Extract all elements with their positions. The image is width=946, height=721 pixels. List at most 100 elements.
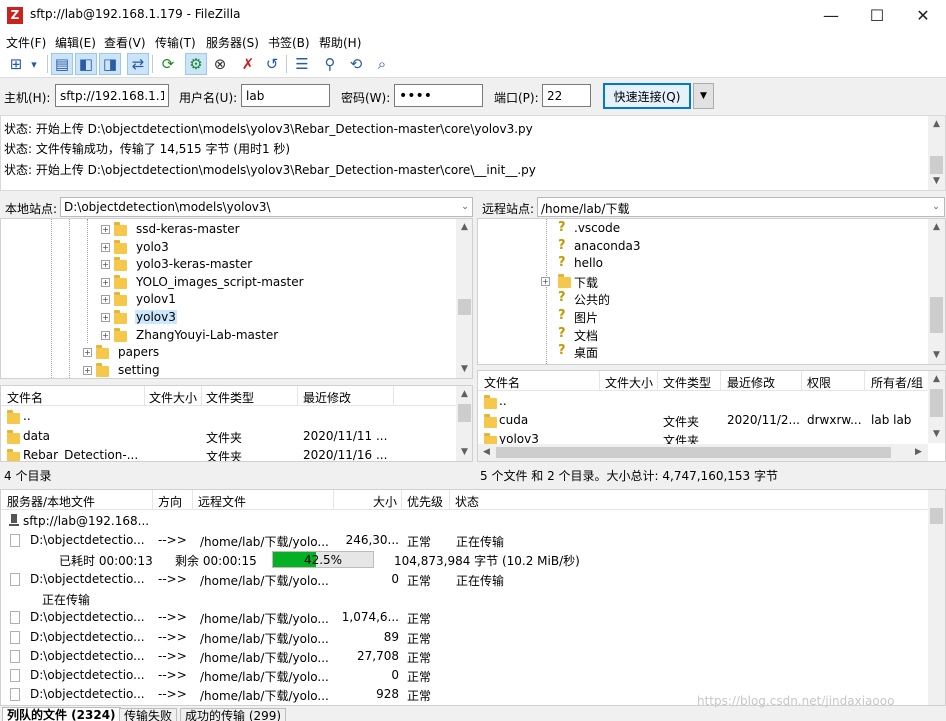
column-filetype[interactable]: 文件类型 bbox=[663, 374, 711, 391]
tree-item[interactable]: + YOLO_images_script-master bbox=[1, 274, 456, 292]
tree-item[interactable]: + yolo3 bbox=[1, 239, 456, 257]
scroll-up-icon[interactable]: ▲ bbox=[456, 219, 472, 236]
log-scrollbar[interactable]: ▲ ▼ bbox=[928, 116, 945, 190]
quickconnect-button[interactable]: 快速连接(Q) bbox=[603, 83, 691, 109]
expand-icon[interactable]: + bbox=[83, 365, 92, 375]
tree-item[interactable]: ? hello bbox=[478, 255, 928, 273]
tab-failed-transfers[interactable]: 传输失败 bbox=[119, 708, 178, 721]
scroll-down-icon[interactable]: ▼ bbox=[928, 426, 945, 443]
tree-item[interactable]: + ZhangYouyi-Lab-master bbox=[1, 327, 456, 345]
close-button[interactable]: ✕ bbox=[900, 0, 946, 31]
tree-item[interactable]: ? 文档 bbox=[478, 326, 928, 344]
scroll-thumb[interactable] bbox=[930, 156, 943, 174]
sync-browse-icon[interactable]: ⟲ bbox=[345, 53, 367, 75]
scroll-left-icon[interactable]: ◀ bbox=[478, 444, 495, 461]
queue-row[interactable]: D:\objectdetectio... -->> /home/lab/下载/yol… bbox=[1, 647, 928, 666]
tab-queued-files[interactable]: 列队的文件 (2324) bbox=[2, 707, 121, 721]
expand-icon[interactable]: + bbox=[83, 348, 92, 358]
local-list-scrollbar[interactable]: ▲ ▼ bbox=[456, 386, 472, 461]
filter-icon[interactable]: ☰ bbox=[291, 53, 313, 75]
expand-icon[interactable]: + bbox=[101, 330, 110, 340]
scroll-thumb[interactable] bbox=[496, 447, 891, 458]
expand-icon[interactable]: + bbox=[101, 242, 110, 252]
toggle-remote-tree-icon[interactable]: ◨ bbox=[99, 53, 121, 75]
scroll-down-icon[interactable]: ▼ bbox=[928, 173, 945, 190]
tree-item[interactable]: + yolo3-keras-master bbox=[1, 256, 456, 274]
queue-row[interactable]: D:\objectdetectio... -->> /home/lab/下载/yol… bbox=[1, 628, 928, 647]
column-status[interactable]: 状态 bbox=[455, 493, 479, 510]
expand-icon[interactable]: + bbox=[541, 276, 550, 286]
host-input[interactable] bbox=[55, 84, 169, 107]
scroll-right-icon[interactable]: ▶ bbox=[910, 444, 927, 461]
remote-path-dropdown-icon[interactable]: ⌄ bbox=[929, 198, 943, 216]
search-icon[interactable]: ⌕ bbox=[371, 53, 393, 75]
menu-edit[interactable]: 编辑(E) bbox=[55, 34, 96, 51]
tree-item[interactable]: + 下载 bbox=[478, 273, 928, 291]
tree-item[interactable]: ? 桌面 bbox=[478, 343, 928, 361]
password-input[interactable] bbox=[394, 84, 483, 107]
expand-icon[interactable]: + bbox=[101, 313, 110, 322]
tree-item[interactable]: ? 公共的 bbox=[478, 290, 928, 308]
menu-view[interactable]: 查看(V) bbox=[104, 34, 146, 51]
menu-file[interactable]: 文件(F) bbox=[6, 34, 46, 51]
remote-list-hscrollbar[interactable]: ◀ ▶ bbox=[478, 444, 928, 461]
column-filesize[interactable]: 文件大小 bbox=[605, 374, 653, 391]
local-path-dropdown-icon[interactable]: ⌄ bbox=[458, 198, 472, 216]
column-remote-file[interactable]: 远程文件 bbox=[198, 493, 246, 510]
file-row[interactable]: .. bbox=[1, 407, 456, 426]
scroll-thumb[interactable] bbox=[458, 299, 471, 315]
scroll-thumb[interactable] bbox=[930, 389, 943, 417]
scroll-up-icon[interactable]: ▲ bbox=[928, 371, 945, 388]
menu-server[interactable]: 服务器(S) bbox=[206, 34, 259, 51]
queue-row[interactable]: D:\objectdetectio... -->> /home/lab/下载/yol… bbox=[1, 608, 928, 627]
scroll-down-icon[interactable]: ▼ bbox=[456, 444, 472, 461]
local-tree-scrollbar[interactable]: ▲ ▼ bbox=[456, 219, 472, 378]
expand-icon[interactable]: + bbox=[101, 225, 110, 234]
process-queue-icon[interactable]: ⚙ bbox=[185, 53, 207, 75]
queue-row[interactable]: D:\objectdetectio... -->> /home/lab/下载/yol… bbox=[1, 531, 928, 550]
column-owner[interactable]: 所有者/组 bbox=[871, 374, 923, 391]
scroll-thumb[interactable] bbox=[458, 404, 471, 422]
minimize-button[interactable]: — bbox=[808, 0, 854, 31]
tab-successful-transfers[interactable]: 成功的传输 (299) bbox=[180, 708, 287, 721]
column-modified[interactable]: 最近修改 bbox=[303, 389, 351, 406]
refresh-icon[interactable]: ⟳ bbox=[157, 53, 179, 75]
username-input[interactable] bbox=[241, 84, 330, 107]
column-size[interactable]: 大小 bbox=[373, 493, 397, 510]
column-filename[interactable]: 文件名 bbox=[484, 374, 520, 391]
scroll-thumb[interactable] bbox=[930, 297, 943, 333]
site-manager-icon[interactable]: ⊞ bbox=[5, 53, 27, 75]
queue-row[interactable]: D:\objectdetectio... -->> /home/lab/下载/yol… bbox=[1, 666, 928, 685]
local-path-input[interactable]: D:\objectdetection\models\yolov3\ bbox=[60, 197, 473, 217]
compare-icon[interactable]: ⚲ bbox=[319, 53, 341, 75]
menu-bookmarks[interactable]: 书签(B) bbox=[268, 34, 310, 51]
scroll-up-icon[interactable]: ▲ bbox=[456, 386, 472, 403]
scroll-thumb[interactable] bbox=[930, 508, 943, 524]
expand-icon[interactable]: + bbox=[101, 277, 110, 287]
file-row[interactable]: cuda 文件夹 2020/11/2... drwxrw... lab lab bbox=[478, 411, 928, 430]
tree-item[interactable]: + yolov1 bbox=[1, 291, 456, 309]
column-server-local-file[interactable]: 服务器/本地文件 bbox=[7, 493, 95, 510]
quickconnect-history-dropdown[interactable]: ▼ bbox=[693, 83, 714, 109]
menu-help[interactable]: 帮助(H) bbox=[319, 34, 361, 51]
expand-icon[interactable]: + bbox=[101, 295, 110, 305]
reconnect-icon[interactable]: ↺ bbox=[261, 53, 283, 75]
remote-path-input[interactable]: /home/lab/下载 bbox=[537, 197, 945, 217]
menu-transfer[interactable]: 传输(T) bbox=[155, 34, 196, 51]
disconnect-icon[interactable]: ✗ bbox=[237, 53, 259, 75]
queue-server[interactable]: sftp://lab@192.168... bbox=[23, 514, 149, 528]
queue-scrollbar[interactable] bbox=[928, 490, 945, 705]
toggle-queue-icon[interactable]: ⇄ bbox=[127, 53, 149, 75]
tree-item[interactable]: ? anaconda3 bbox=[478, 238, 928, 256]
column-modified[interactable]: 最近修改 bbox=[727, 374, 775, 391]
toggle-local-tree-icon[interactable]: ◧ bbox=[75, 53, 97, 75]
toggle-log-icon[interactable]: ▤ bbox=[51, 53, 73, 75]
scroll-down-icon[interactable]: ▼ bbox=[456, 361, 472, 378]
file-row[interactable]: Rebar_Detection-... 文件夹 2020/11/16 ... bbox=[1, 446, 456, 461]
site-manager-dropdown-icon[interactable]: ▾ bbox=[27, 53, 41, 75]
column-priority[interactable]: 优先级 bbox=[407, 493, 443, 510]
column-direction[interactable]: 方向 bbox=[158, 493, 182, 510]
tree-item[interactable]: + yolov3 bbox=[1, 309, 456, 327]
column-permissions[interactable]: 权限 bbox=[807, 374, 831, 391]
scroll-up-icon[interactable]: ▲ bbox=[928, 219, 945, 236]
